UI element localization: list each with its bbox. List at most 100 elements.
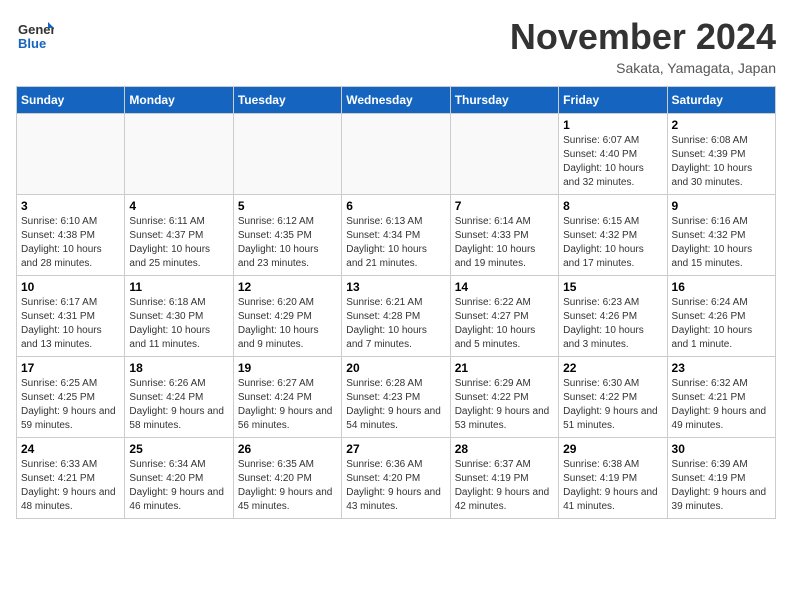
day-info: Sunrise: 6:22 AM Sunset: 4:27 PM Dayligh… bbox=[455, 296, 554, 352]
day-info: Sunrise: 6:17 AM Sunset: 4:31 PM Dayligh… bbox=[21, 296, 120, 352]
day-number: 28 bbox=[455, 442, 554, 456]
day-number: 10 bbox=[21, 280, 120, 294]
day-number: 19 bbox=[238, 361, 337, 375]
month-title: November 2024 bbox=[510, 16, 776, 58]
weekday-header: Monday bbox=[125, 87, 233, 114]
calendar-cell: 15 Sunrise: 6:23 AM Sunset: 4:26 PM Dayli… bbox=[559, 276, 667, 357]
day-info: Sunrise: 6:20 AM Sunset: 4:29 PM Dayligh… bbox=[238, 296, 337, 352]
calendar-cell: 23Sunrise: 6:32 AM Sunset: 4:21 PM Dayli… bbox=[667, 357, 775, 438]
calendar-week-row: 3 Sunrise: 6:10 AM Sunset: 4:38 PM Daylig… bbox=[17, 195, 776, 276]
day-info: Sunrise: 6:15 AM Sunset: 4:32 PM Dayligh… bbox=[563, 215, 662, 271]
calendar-cell: 11Sunrise: 6:18 AM Sunset: 4:30 PM Dayli… bbox=[125, 276, 233, 357]
logo-icon: General Blue bbox=[16, 16, 54, 54]
day-info: Sunrise: 6:39 AM Sunset: 4:19 PM Dayligh… bbox=[672, 458, 771, 514]
calendar-cell: 4 Sunrise: 6:11 AM Sunset: 4:37 PM Daylig… bbox=[125, 195, 233, 276]
calendar-cell: 29Sunrise: 6:38 AM Sunset: 4:19 PM Dayli… bbox=[559, 438, 667, 519]
calendar-cell: 5Sunrise: 6:12 AM Sunset: 4:35 PM Daylig… bbox=[233, 195, 341, 276]
calendar-cell bbox=[17, 114, 125, 195]
calendar-cell: 7 Sunrise: 6:14 AM Sunset: 4:33 PM Daylig… bbox=[450, 195, 558, 276]
weekday-header: Tuesday bbox=[233, 87, 341, 114]
day-number: 27 bbox=[346, 442, 445, 456]
day-info: Sunrise: 6:07 AM Sunset: 4:40 PM Dayligh… bbox=[563, 134, 662, 190]
day-info: Sunrise: 6:35 AM Sunset: 4:20 PM Dayligh… bbox=[238, 458, 337, 514]
day-info: Sunrise: 6:16 AM Sunset: 4:32 PM Dayligh… bbox=[672, 215, 771, 271]
day-number: 16 bbox=[672, 280, 771, 294]
calendar-cell: 24 Sunrise: 6:33 AM Sunset: 4:21 PM Dayli… bbox=[17, 438, 125, 519]
calendar-cell: 1 Sunrise: 6:07 AM Sunset: 4:40 PM Daylig… bbox=[559, 114, 667, 195]
calendar-cell: 3 Sunrise: 6:10 AM Sunset: 4:38 PM Daylig… bbox=[17, 195, 125, 276]
calendar-body: 1 Sunrise: 6:07 AM Sunset: 4:40 PM Daylig… bbox=[17, 114, 776, 519]
day-info: Sunrise: 6:23 AM Sunset: 4:26 PM Dayligh… bbox=[563, 296, 662, 352]
day-number: 25 bbox=[129, 442, 228, 456]
day-number: 3 bbox=[21, 199, 120, 213]
calendar-cell: 9Sunrise: 6:16 AM Sunset: 4:32 PM Daylig… bbox=[667, 195, 775, 276]
calendar-cell: 27Sunrise: 6:36 AM Sunset: 4:20 PM Dayli… bbox=[342, 438, 450, 519]
day-number: 20 bbox=[346, 361, 445, 375]
calendar-cell bbox=[450, 114, 558, 195]
calendar-cell bbox=[233, 114, 341, 195]
day-info: Sunrise: 6:21 AM Sunset: 4:28 PM Dayligh… bbox=[346, 296, 445, 352]
day-info: Sunrise: 6:14 AM Sunset: 4:33 PM Dayligh… bbox=[455, 215, 554, 271]
header: General Blue November 2024 Sakata, Yamag… bbox=[16, 16, 776, 76]
day-info: Sunrise: 6:32 AM Sunset: 4:21 PM Dayligh… bbox=[672, 377, 771, 433]
calendar-week-row: 1 Sunrise: 6:07 AM Sunset: 4:40 PM Daylig… bbox=[17, 114, 776, 195]
calendar-week-row: 24 Sunrise: 6:33 AM Sunset: 4:21 PM Dayli… bbox=[17, 438, 776, 519]
day-number: 22 bbox=[563, 361, 662, 375]
day-info: Sunrise: 6:29 AM Sunset: 4:22 PM Dayligh… bbox=[455, 377, 554, 433]
weekday-header: Friday bbox=[559, 87, 667, 114]
calendar-week-row: 10 Sunrise: 6:17 AM Sunset: 4:31 PM Dayli… bbox=[17, 276, 776, 357]
day-number: 14 bbox=[455, 280, 554, 294]
day-number: 12 bbox=[238, 280, 337, 294]
day-number: 21 bbox=[455, 361, 554, 375]
day-number: 7 bbox=[455, 199, 554, 213]
calendar-cell bbox=[342, 114, 450, 195]
day-info: Sunrise: 6:24 AM Sunset: 4:26 PM Dayligh… bbox=[672, 296, 771, 352]
calendar-cell: 19 Sunrise: 6:27 AM Sunset: 4:24 PM Dayli… bbox=[233, 357, 341, 438]
day-number: 11 bbox=[129, 280, 228, 294]
day-info: Sunrise: 6:11 AM Sunset: 4:37 PM Dayligh… bbox=[129, 215, 228, 271]
day-number: 17 bbox=[21, 361, 120, 375]
day-info: Sunrise: 6:08 AM Sunset: 4:39 PM Dayligh… bbox=[672, 134, 771, 190]
day-info: Sunrise: 6:30 AM Sunset: 4:22 PM Dayligh… bbox=[563, 377, 662, 433]
day-info: Sunrise: 6:38 AM Sunset: 4:19 PM Dayligh… bbox=[563, 458, 662, 514]
calendar-cell: 6 Sunrise: 6:13 AM Sunset: 4:34 PM Daylig… bbox=[342, 195, 450, 276]
calendar-cell: 13Sunrise: 6:21 AM Sunset: 4:28 PM Dayli… bbox=[342, 276, 450, 357]
day-info: Sunrise: 6:25 AM Sunset: 4:25 PM Dayligh… bbox=[21, 377, 120, 433]
day-number: 6 bbox=[346, 199, 445, 213]
logo: General Blue bbox=[16, 16, 54, 54]
day-info: Sunrise: 6:27 AM Sunset: 4:24 PM Dayligh… bbox=[238, 377, 337, 433]
day-number: 5 bbox=[238, 199, 337, 213]
day-info: Sunrise: 6:33 AM Sunset: 4:21 PM Dayligh… bbox=[21, 458, 120, 514]
calendar-header-row: SundayMondayTuesdayWednesdayThursdayFrid… bbox=[17, 87, 776, 114]
day-info: Sunrise: 6:13 AM Sunset: 4:34 PM Dayligh… bbox=[346, 215, 445, 271]
day-number: 2 bbox=[672, 118, 771, 132]
day-number: 26 bbox=[238, 442, 337, 456]
calendar-cell: 26 Sunrise: 6:35 AM Sunset: 4:20 PM Dayli… bbox=[233, 438, 341, 519]
calendar-week-row: 17 Sunrise: 6:25 AM Sunset: 4:25 PM Dayli… bbox=[17, 357, 776, 438]
calendar-cell: 21 Sunrise: 6:29 AM Sunset: 4:22 PM Dayli… bbox=[450, 357, 558, 438]
day-info: Sunrise: 6:10 AM Sunset: 4:38 PM Dayligh… bbox=[21, 215, 120, 271]
day-info: Sunrise: 6:26 AM Sunset: 4:24 PM Dayligh… bbox=[129, 377, 228, 433]
weekday-header: Thursday bbox=[450, 87, 558, 114]
title-area: November 2024 Sakata, Yamagata, Japan bbox=[510, 16, 776, 76]
day-info: Sunrise: 6:37 AM Sunset: 4:19 PM Dayligh… bbox=[455, 458, 554, 514]
calendar-cell: 14 Sunrise: 6:22 AM Sunset: 4:27 PM Dayli… bbox=[450, 276, 558, 357]
calendar-cell: 16 Sunrise: 6:24 AM Sunset: 4:26 PM Dayli… bbox=[667, 276, 775, 357]
calendar-cell: 12 Sunrise: 6:20 AM Sunset: 4:29 PM Dayli… bbox=[233, 276, 341, 357]
calendar: SundayMondayTuesdayWednesdayThursdayFrid… bbox=[16, 86, 776, 519]
location: Sakata, Yamagata, Japan bbox=[510, 60, 776, 76]
day-number: 1 bbox=[563, 118, 662, 132]
day-number: 15 bbox=[563, 280, 662, 294]
calendar-cell: 10 Sunrise: 6:17 AM Sunset: 4:31 PM Dayli… bbox=[17, 276, 125, 357]
calendar-cell: 25Sunrise: 6:34 AM Sunset: 4:20 PM Dayli… bbox=[125, 438, 233, 519]
day-number: 24 bbox=[21, 442, 120, 456]
calendar-cell: 22 Sunrise: 6:30 AM Sunset: 4:22 PM Dayli… bbox=[559, 357, 667, 438]
calendar-cell: 30Sunrise: 6:39 AM Sunset: 4:19 PM Dayli… bbox=[667, 438, 775, 519]
weekday-header: Saturday bbox=[667, 87, 775, 114]
calendar-cell: 2 Sunrise: 6:08 AM Sunset: 4:39 PM Daylig… bbox=[667, 114, 775, 195]
day-number: 8 bbox=[563, 199, 662, 213]
weekday-header: Sunday bbox=[17, 87, 125, 114]
day-number: 4 bbox=[129, 199, 228, 213]
calendar-cell: 18Sunrise: 6:26 AM Sunset: 4:24 PM Dayli… bbox=[125, 357, 233, 438]
svg-text:Blue: Blue bbox=[18, 36, 46, 51]
